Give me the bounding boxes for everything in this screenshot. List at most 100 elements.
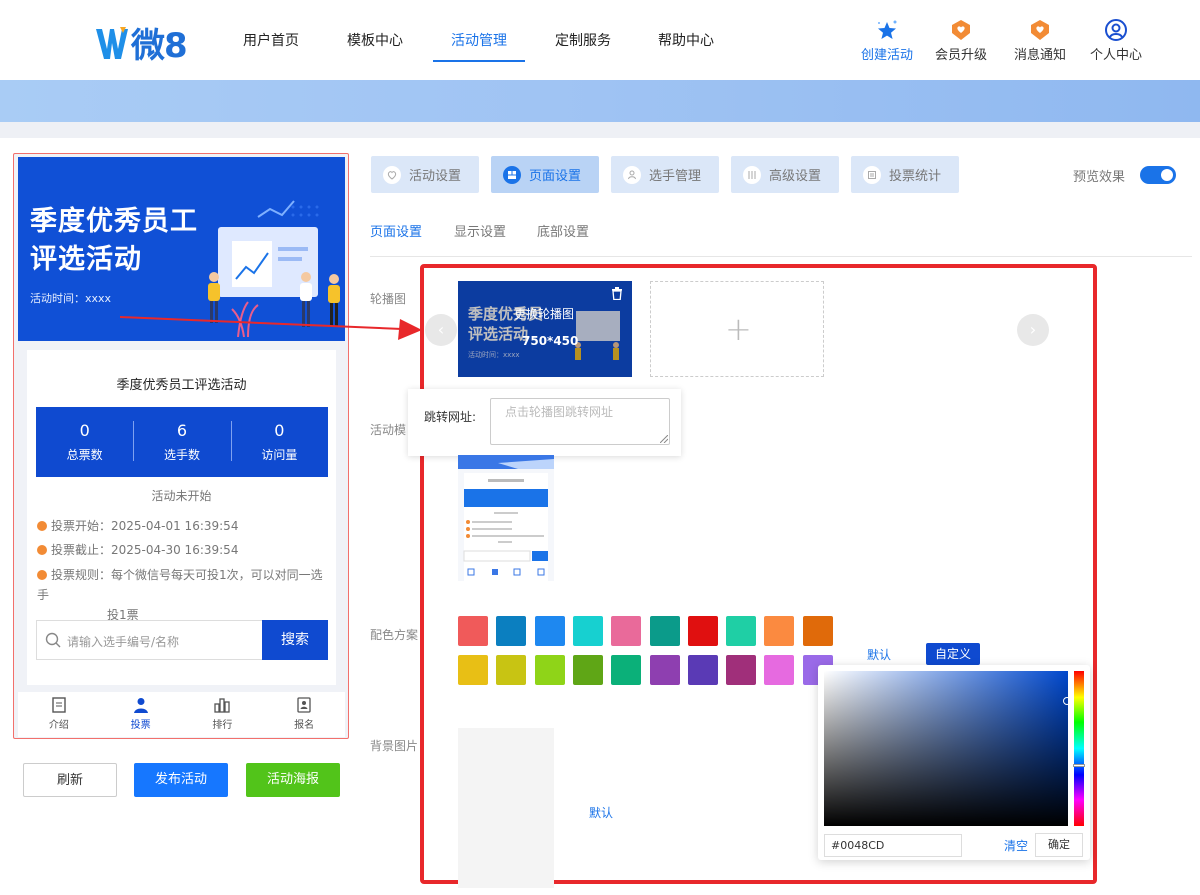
id-card-icon	[297, 697, 311, 713]
color-swatch[interactable]	[687, 616, 718, 646]
jump-url-textarea[interactable]: 点击轮播图跳转网址	[490, 398, 670, 445]
preview-effect-label: 预览效果	[1073, 170, 1126, 185]
user-circle-icon	[1105, 19, 1127, 41]
badge-heart-icon	[1031, 20, 1049, 40]
header-banner	[0, 80, 1200, 122]
subtab-display-settings[interactable]: 显示设置	[454, 221, 506, 240]
nav-activity-management[interactable]: 活动管理	[433, 30, 525, 62]
picker-cursor[interactable]	[1063, 697, 1071, 705]
carousel-next-button[interactable]: ›	[1017, 314, 1049, 346]
template-thumbnail[interactable]	[458, 455, 554, 581]
activity-poster-button[interactable]: 活动海报	[246, 763, 340, 797]
nav-help-center[interactable]: 帮助中心	[658, 30, 714, 60]
color-swatch[interactable]	[764, 616, 795, 646]
color-swatch[interactable]	[496, 616, 527, 646]
publish-activity-button[interactable]: 发布活动	[134, 763, 228, 797]
poster-title-line2: 评选活动	[30, 244, 142, 275]
subtab-footer-settings[interactable]: 底部设置	[537, 221, 589, 240]
add-carousel-image[interactable]: +	[650, 281, 824, 377]
person-icon	[623, 165, 641, 184]
hue-slider[interactable]	[1074, 671, 1084, 826]
nav-user-home[interactable]: 用户首页	[243, 30, 299, 60]
site-logo[interactable]: 微8	[95, 18, 188, 67]
carousel-size-text: 750*450	[522, 334, 579, 348]
bullet-dot	[37, 521, 47, 531]
notifications-button[interactable]: 消息通知	[1005, 18, 1075, 63]
preview-toggle[interactable]	[1140, 166, 1176, 184]
color-swatch[interactable]	[611, 655, 642, 685]
color-swatch[interactable]	[726, 616, 757, 646]
poster-time: 活动时间：xxxx	[30, 292, 112, 305]
jump-url-popover: 跳转网址: 点击轮播图跳转网址	[408, 389, 681, 456]
color-swatch[interactable]	[496, 655, 527, 685]
user-icon	[133, 698, 148, 713]
tab-vote-statistics[interactable]: 投票统计	[851, 156, 959, 193]
thumb-overlay	[458, 281, 632, 377]
page-background-strip	[0, 122, 1200, 138]
color-swatch[interactable]	[458, 616, 488, 646]
color-swatch[interactable]	[764, 655, 795, 685]
poster-title-line1: 季度优秀员工	[30, 206, 198, 237]
color-swatch[interactable]	[572, 616, 603, 646]
color-swatch[interactable]	[611, 616, 642, 646]
plus-icon: +	[725, 310, 752, 348]
nav-custom-service[interactable]: 定制服务	[555, 30, 611, 60]
clear-color-button[interactable]: 清空	[1004, 837, 1028, 854]
color-picker-panel: #0048CD 清空 确定	[818, 665, 1090, 860]
search-input[interactable]: 请输入选手编号/名称	[67, 633, 179, 650]
subtab-page-settings[interactable]: 页面设置	[370, 221, 422, 240]
color-swatch[interactable]	[687, 655, 718, 685]
color-swatch[interactable]	[534, 655, 565, 685]
background-image-thumbnail[interactable]	[458, 728, 554, 888]
carousel-prev-button[interactable]: ‹	[425, 314, 457, 346]
tabbar-vote[interactable]: 投票	[100, 692, 182, 737]
color-mode-custom[interactable]: 自定义	[926, 643, 980, 665]
contestant-search: 请输入选手编号/名称 搜索	[36, 620, 328, 660]
personal-center-button[interactable]: 个人中心	[1081, 18, 1151, 63]
confirm-color-button[interactable]: 确定	[1035, 833, 1083, 857]
background-image-label: 背景图片	[370, 739, 419, 753]
color-swatch[interactable]	[534, 616, 565, 646]
sliders-icon	[743, 165, 761, 184]
change-carousel-link[interactable]: 更换轮播图	[514, 305, 574, 322]
star-sparkle-icon	[878, 20, 897, 39]
color-swatch[interactable]	[649, 616, 680, 646]
logo-w-icon	[96, 26, 128, 59]
resize-handle-icon[interactable]	[660, 435, 668, 443]
nav-template-center[interactable]: 模板中心	[347, 30, 403, 60]
color-swatch[interactable]	[572, 655, 603, 685]
activity-title: 季度优秀员工评选活动	[116, 378, 247, 393]
tabbar-signup[interactable]: 报名	[263, 692, 345, 737]
refresh-button[interactable]: 刷新	[23, 763, 117, 797]
trash-icon[interactable]	[611, 287, 623, 300]
document-icon	[52, 697, 66, 713]
hex-color-input[interactable]: #0048CD	[824, 834, 962, 857]
search-button[interactable]: 搜索	[262, 620, 328, 660]
bar-chart-icon	[214, 698, 231, 713]
carousel-thumbnail[interactable]: 季度优秀员 评选活动 活动时间：xxxx 更换轮播图 750*450	[458, 281, 632, 377]
color-swatch[interactable]	[649, 655, 680, 685]
tabbar-ranking[interactable]: 排行	[182, 692, 264, 737]
color-mode-default[interactable]: 默认	[867, 646, 891, 663]
activity-info-card: 季度优秀员工评选活动 0 总票数 6 选手数 0 访问量 活动未开始 投票开始：202…	[27, 350, 336, 685]
tab-contestant-management[interactable]: 选手管理	[611, 156, 719, 193]
color-swatch[interactable]	[726, 655, 757, 685]
hue-slider-thumb[interactable]	[1073, 764, 1085, 767]
create-activity-button[interactable]: 创建活动	[852, 18, 922, 63]
color-swatch[interactable]	[458, 655, 488, 685]
color-swatch-grid	[458, 616, 838, 686]
subtab-divider	[370, 256, 1192, 257]
saturation-value-area[interactable]	[824, 671, 1068, 826]
bullet-dot	[37, 545, 47, 555]
background-default-option[interactable]: 默认	[589, 804, 613, 821]
tabbar-intro[interactable]: 介绍	[18, 692, 100, 737]
stats-panel: 0 总票数 6 选手数 0 访问量	[36, 407, 328, 477]
color-swatch[interactable]	[802, 616, 833, 646]
member-upgrade-button[interactable]: 会员升级	[926, 18, 996, 63]
badge-heart-icon	[952, 20, 970, 40]
tab-activity-settings[interactable]: 活动设置	[371, 156, 479, 193]
tab-page-settings[interactable]: 页面设置	[491, 156, 599, 193]
annotation-arrow-icon	[120, 316, 422, 340]
tab-advanced-settings[interactable]: 高级设置	[731, 156, 839, 193]
layout-icon	[503, 165, 521, 184]
